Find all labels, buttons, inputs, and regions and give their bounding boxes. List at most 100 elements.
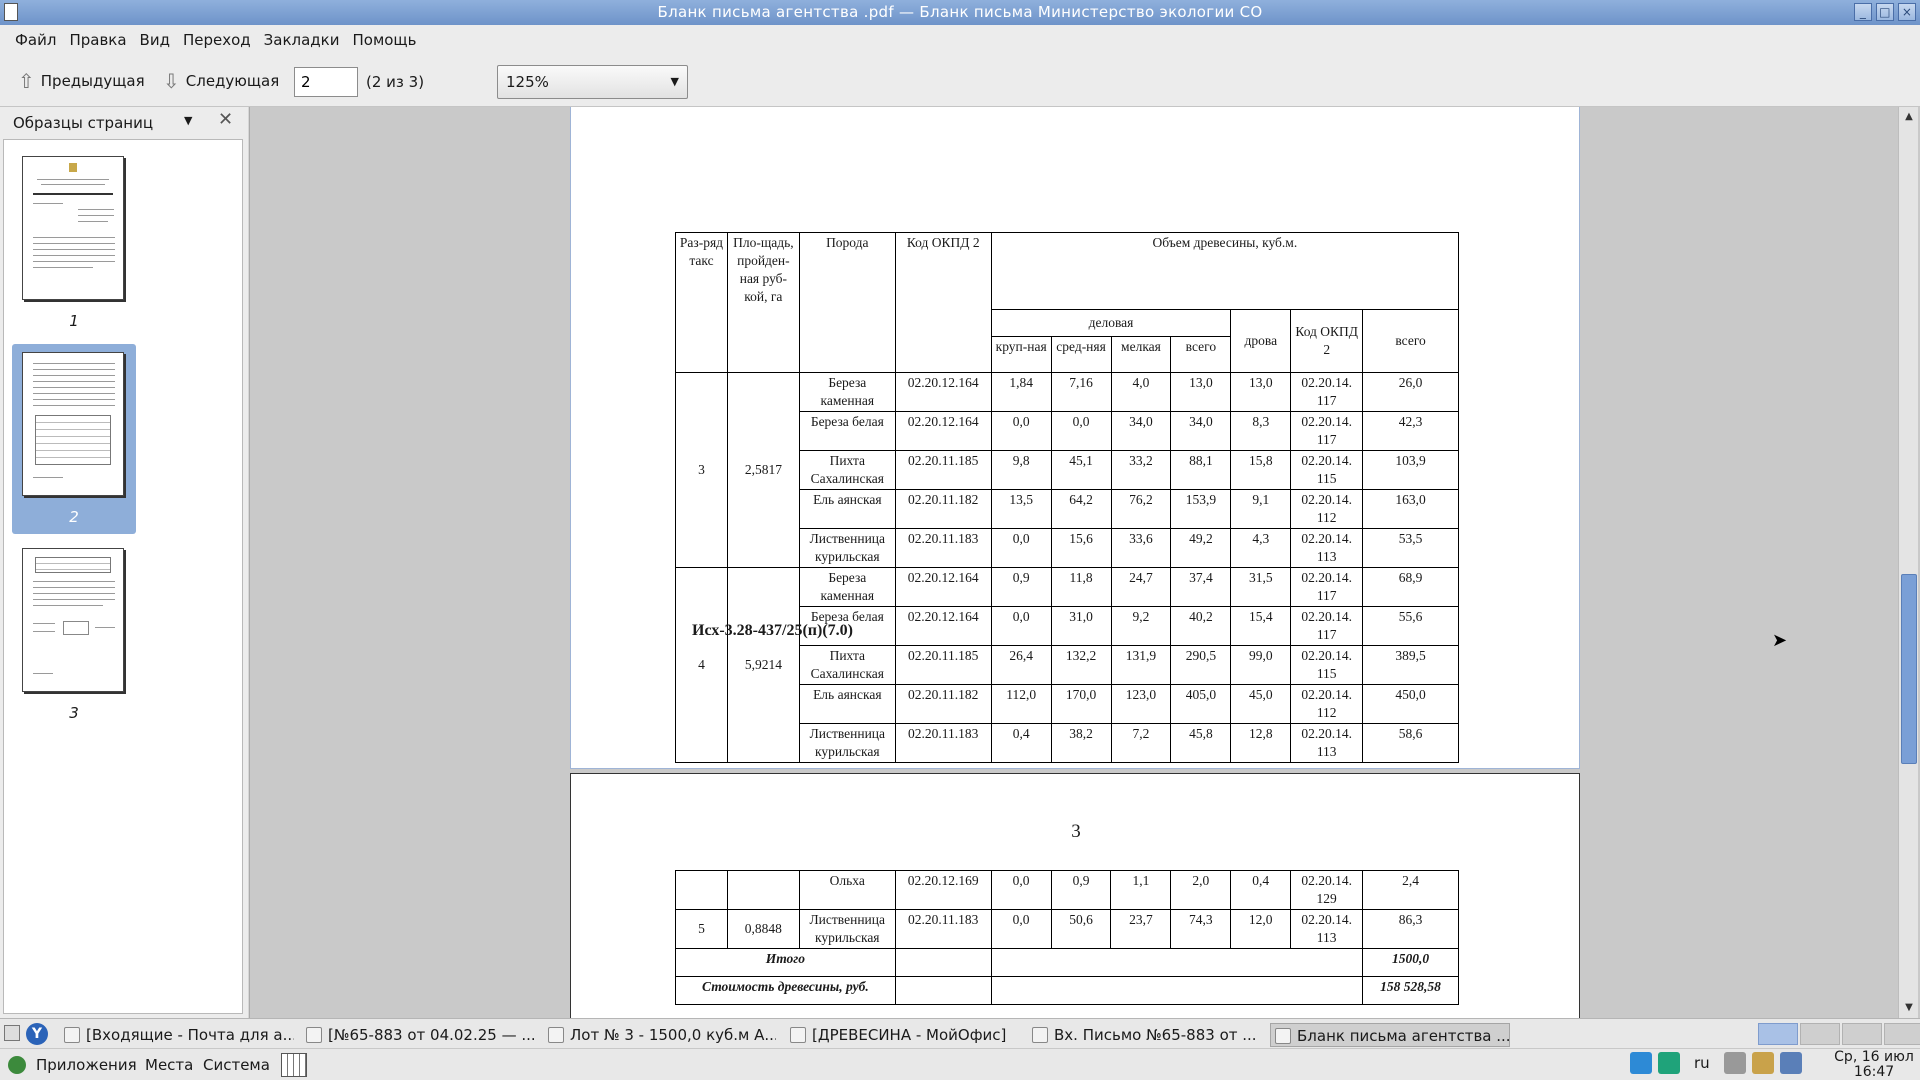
empty-cell (990, 948, 1364, 977)
applications-menu[interactable]: Приложения (36, 1054, 137, 1076)
workspace-4[interactable] (1884, 1023, 1920, 1045)
chevron-down-icon[interactable]: ▼ (184, 114, 192, 127)
volume-icon[interactable] (1723, 1052, 1746, 1074)
previous-page-button[interactable]: ⇧ Предыдущая (18, 68, 145, 94)
medium-cell: 64,2 (1050, 489, 1112, 529)
sidebar-title[interactable]: Образцы страниц (13, 114, 153, 132)
total-value: 1500,0 (1362, 948, 1459, 977)
task-pdf-viewer[interactable]: Бланк письма агентства ... (1270, 1023, 1510, 1047)
document-reference: Исх-3.28-437/25(п)(7.0) (692, 622, 853, 639)
small-cell: 76,2 (1110, 489, 1172, 529)
timber-volume-table-continued: Ольха 02.20.12.169 0,0 0,9 1,1 2,0 0,4 0… (675, 870, 1459, 1005)
workspace-switcher[interactable] (1758, 1023, 1920, 1045)
workspace-2[interactable] (1800, 1023, 1840, 1045)
task-spreadsheet[interactable]: [ДРЕВЕСИНА - МойОфис] (786, 1023, 1018, 1047)
col-area-header: Пло-щадь, пройден-ная руб-кой, га (726, 232, 800, 373)
thumbnail-image (22, 548, 124, 692)
timber-volume-table: Раз-ряд такс Пло-щадь, пройден-ная руб-к… (675, 232, 1460, 763)
okpd2-cell: 02.20.14. 117 (1290, 372, 1364, 412)
area-cell: 0,8848 (726, 909, 800, 949)
menu-file[interactable]: Файл (6, 31, 60, 49)
document-viewer[interactable]: Раз-ряд такс Пло-щадь, пройден-ная руб-к… (249, 107, 1920, 1018)
rank-cell (675, 870, 728, 910)
col-firewood-header: дрова (1230, 309, 1292, 373)
firewood-cell: 45,0 (1230, 684, 1292, 724)
small-cell: 123,0 (1110, 684, 1172, 724)
okpd-cell: 02.20.11.183 (894, 723, 992, 763)
places-menu[interactable]: Места (145, 1054, 193, 1076)
network-icon[interactable] (1779, 1052, 1802, 1074)
firewood-cell: 13,0 (1230, 372, 1292, 412)
thumbnail-label: 2 (69, 508, 79, 526)
large-cell: 112,0 (990, 684, 1052, 724)
thumbnail-page-3[interactable]: 3 (12, 540, 136, 730)
firewood-cell: 0,4 (1230, 870, 1292, 910)
window-title: Бланк письма агентства .pdf — Бланк пись… (657, 3, 1263, 21)
maximize-button[interactable]: □ (1876, 3, 1894, 21)
okpd-cell: 02.20.11.183 (894, 909, 992, 949)
page-number: 3 (1071, 821, 1081, 842)
species-cell: Береза каменная (798, 372, 896, 412)
vertical-scrollbar[interactable]: ▲ ▼ (1898, 107, 1918, 1018)
task-browser[interactable]: [№65-883 от 04.02.25 — ... (302, 1023, 534, 1047)
close-icon[interactable]: ✕ (218, 109, 233, 130)
shield-icon[interactable] (1630, 1052, 1652, 1074)
taskbar: Y [Входящие - Почта для а... [№65-883 от… (0, 1018, 1920, 1048)
total-cell: 68,9 (1362, 567, 1459, 607)
scrollbar-thumb[interactable] (1901, 574, 1917, 764)
small-cell: 9,2 (1110, 606, 1172, 646)
medium-cell: 0,9 (1050, 870, 1112, 910)
distro-logo-icon (8, 1056, 26, 1074)
area-cell: 2,5817 (726, 372, 800, 568)
browser-launcher-icon[interactable]: Y (26, 1023, 48, 1045)
okpd2-cell: 02.20.14. 115 (1290, 450, 1364, 490)
species-cell: Пихта Сахалинская (798, 450, 896, 490)
menu-bookmarks[interactable]: Закладки (255, 31, 344, 49)
document-page-3: 3 Ольха 02.20.12.169 0,0 0,9 1,1 2,0 0,4… (570, 773, 1580, 1018)
area-cell: 5,9214 (726, 567, 800, 763)
keyboard-layout[interactable]: ru (1686, 1054, 1718, 1072)
minimize-button[interactable]: _ (1854, 3, 1872, 21)
total-cell: 26,0 (1362, 372, 1459, 412)
species-cell: Ель аянская (798, 489, 896, 529)
medium-cell: 0,0 (1050, 411, 1112, 451)
menu-help[interactable]: Помощь (343, 31, 420, 49)
task-mail[interactable]: [Входящие - Почта для а... (60, 1023, 294, 1047)
thumbnail-page-2[interactable]: 2 (12, 344, 136, 534)
menu-edit[interactable]: Правка (60, 31, 130, 49)
thumbnail-list[interactable]: 1 2 3 (3, 139, 243, 1014)
scroll-up-icon[interactable]: ▲ (1901, 109, 1917, 125)
total-cell: 163,0 (1362, 489, 1459, 529)
okpd-cell: 02.20.12.164 (894, 411, 992, 451)
show-desktop-icon[interactable] (4, 1025, 20, 1041)
medium-cell: 38,2 (1050, 723, 1112, 763)
system-menu[interactable]: Система (203, 1054, 270, 1076)
mouse-cursor-icon: ➤ (1772, 630, 1788, 651)
menu-go[interactable]: Переход (174, 31, 255, 49)
zoom-select[interactable]: 125% ▼ (497, 65, 688, 99)
task-folder[interactable]: Лот № 3 - 1500,0 куб.м А... (544, 1023, 776, 1047)
clock-time: 16:47 (1853, 1064, 1895, 1080)
toolbar: ⇧ Предыдущая ⇩ Следующая (2 из 3) 125% ▼ (0, 55, 1920, 107)
next-page-button[interactable]: ⇩ Следующая (163, 68, 279, 94)
clock[interactable]: Ср, 16 июл 16:47 (1832, 1050, 1916, 1080)
workspace-1[interactable] (1758, 1023, 1798, 1045)
task-label: Лот № 3 - 1500,0 куб.м А... (570, 1026, 776, 1044)
empty-cell (894, 948, 992, 977)
thumbnail-page-1[interactable]: 1 (12, 148, 136, 338)
business-total-cell: 37,4 (1170, 567, 1232, 607)
arrow-up-icon: ⇧ (18, 69, 35, 93)
close-button[interactable]: × (1898, 3, 1916, 21)
messenger-icon[interactable] (1658, 1052, 1680, 1074)
clipboard-icon[interactable] (1751, 1052, 1774, 1074)
page-number-input[interactable] (294, 67, 358, 97)
scroll-down-icon[interactable]: ▼ (1901, 1000, 1917, 1016)
menu-view[interactable]: Вид (131, 31, 174, 49)
pdf-icon (1275, 1028, 1291, 1044)
workspace-3[interactable] (1842, 1023, 1882, 1045)
thumbnail-image (22, 352, 124, 496)
business-total-cell: 13,0 (1170, 372, 1232, 412)
calculator-icon[interactable] (281, 1053, 307, 1077)
task-letter[interactable]: Вх. Письмо №65-883 от ... (1028, 1023, 1260, 1047)
document-icon (1032, 1027, 1048, 1043)
